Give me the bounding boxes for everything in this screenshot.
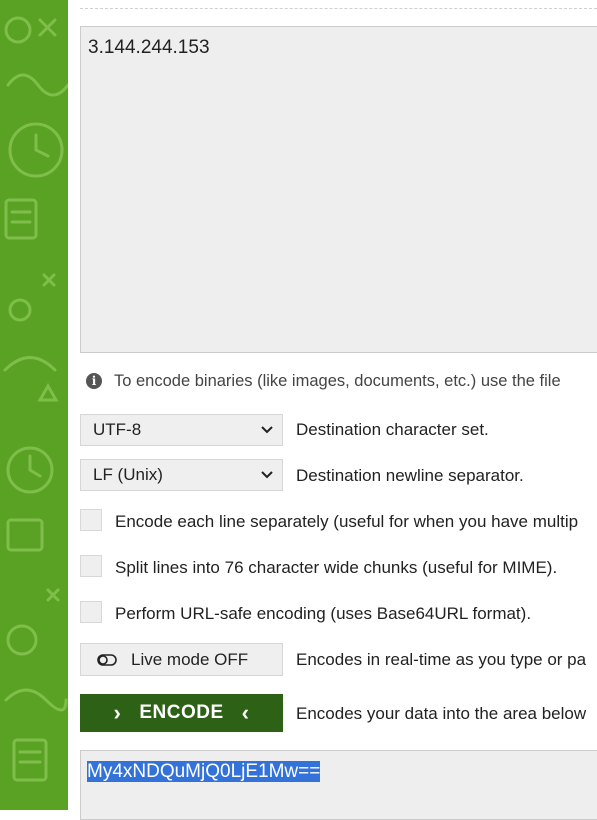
url-safe-label: Perform URL-safe encoding (uses Base64UR… [115, 604, 532, 623]
chevron-left-icon: ‹ [241, 700, 250, 725]
info-notice: i To encode binaries (like images, docum… [86, 371, 597, 391]
info-icon: i [86, 373, 102, 389]
chevron-right-icon: › [113, 700, 122, 725]
toggle-icon [97, 653, 117, 666]
encode-each-line-label: Encode each line separately (useful for … [115, 512, 579, 531]
encode-button[interactable]: › ENCODE ‹ [80, 694, 283, 732]
charset-select[interactable]: UTF-8 [80, 414, 283, 446]
url-safe-checkbox[interactable] [80, 601, 102, 623]
encode-each-line-checkbox[interactable] [80, 509, 102, 531]
split-lines-label: Split lines into 76 character wide chunk… [115, 558, 558, 577]
live-mode-description: Encodes in real-time as you type or pa [296, 650, 587, 669]
live-mode-label: Live mode OFF [131, 649, 249, 669]
split-lines-checkbox[interactable] [80, 555, 102, 577]
newline-label: Destination newline separator. [296, 466, 524, 485]
live-mode-button[interactable]: Live mode OFF [80, 643, 283, 676]
chevron-down-icon [261, 426, 273, 434]
newline-value: LF (Unix) [93, 465, 163, 484]
chevron-down-icon [261, 471, 273, 479]
newline-select[interactable]: LF (Unix) [80, 459, 283, 491]
decorative-sidebar [0, 0, 68, 810]
result-text[interactable]: My4xNDQuMjQ0LjE1Mw== [87, 761, 321, 782]
pattern-icon [3, 16, 68, 782]
charset-value: UTF-8 [93, 420, 142, 439]
source-input[interactable]: 3.144.244.153 [80, 26, 597, 353]
encode-description: Encodes your data into the area below [296, 704, 587, 723]
charset-label: Destination character set. [296, 420, 489, 439]
info-text: To encode binaries (like images, documen… [114, 371, 561, 390]
divider [80, 8, 597, 9]
encode-label: ENCODE [139, 702, 224, 723]
